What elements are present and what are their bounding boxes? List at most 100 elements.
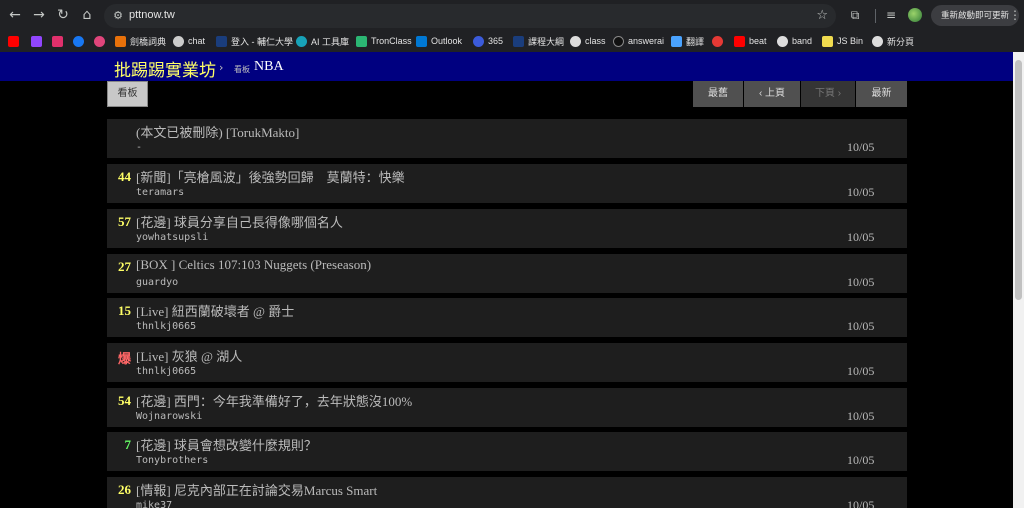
post-date: 10/05 <box>847 319 875 333</box>
newest-page-button[interactable]: 最新 <box>855 81 907 107</box>
reading-list-icon[interactable]: ≡ <box>884 8 898 22</box>
bookmark-item[interactable]: beat <box>734 34 767 48</box>
post-author: yowhatsupsli <box>136 232 209 243</box>
bookmark-item[interactable]: 新分頁 <box>872 34 914 48</box>
post-title[interactable]: [情報] 尼克內部正在討論交易Marcus Smart <box>136 480 377 499</box>
post-author: - <box>136 142 143 153</box>
post-title[interactable]: [花邊] 西門：今年我準備好了，去年狀態沒100% <box>136 391 412 410</box>
red-circle-icon <box>712 35 723 47</box>
url-text[interactable]: pttnow.tw <box>129 9 175 21</box>
puzzle-icon[interactable]: ⧉ <box>848 8 862 22</box>
bookmark-item[interactable]: chat <box>173 34 205 48</box>
bookmark-label: 新分頁 <box>887 36 915 47</box>
bookmark-item[interactable]: AI 工具庫 <box>296 34 349 48</box>
address-bar[interactable]: ⚙ pttnow.tw ☆ <box>104 4 836 28</box>
breadcrumb-board-label: 看板 <box>234 65 250 74</box>
post-date: 10/05 <box>847 453 875 467</box>
post-author: mike37 <box>136 500 173 508</box>
bookmark-item[interactable]: answerai <box>613 34 664 48</box>
scrollbar-thumb[interactable] <box>1015 60 1022 300</box>
post-title[interactable]: [花邊] 球員會想改變什麼規則？ <box>136 435 317 454</box>
list-item[interactable]: 15 [Live] 紐西蘭破壞者 @ 爵士 thnlkj0665 10/05 <box>107 298 907 337</box>
bookmark-label: 課程大綱 <box>528 36 565 47</box>
post-date: 10/05 <box>847 498 875 508</box>
list-item[interactable]: 57 [花邊] 球員分享自己長得像哪個名人 yowhatsupsli 10/05 <box>107 209 907 248</box>
bookmark-item[interactable]: 課程大綱 <box>513 34 564 48</box>
site-info-icon[interactable]: ⚙ <box>111 9 125 23</box>
bookmark-item[interactable]: JS Bin <box>822 34 863 48</box>
reload-icon[interactable]: ↻ <box>55 7 71 23</box>
bookmark-item[interactable] <box>94 34 105 48</box>
bookmark-label: 劍橋詞典 <box>130 36 167 47</box>
bookmark-label: band <box>792 36 813 46</box>
post-author: teramars <box>136 187 185 198</box>
menu-dots-icon[interactable]: ⋮ <box>1008 8 1022 22</box>
breadcrumb-board-name[interactable]: NBA <box>254 59 284 75</box>
bookmark-item[interactable]: 翻譯 <box>671 34 704 48</box>
list-item[interactable]: (本文已被刪除) [TorukMakto] - 10/05 <box>107 119 907 158</box>
globe-icon <box>872 35 883 47</box>
facebook-icon <box>73 35 84 47</box>
bookmark-item[interactable]: TronClass <box>356 34 412 48</box>
oldest-page-button[interactable]: 最舊 <box>692 81 743 107</box>
bookmark-label: 翻譯 <box>686 36 705 47</box>
bookmark-item[interactable] <box>712 34 723 48</box>
list-item[interactable]: 44 [新聞]「亮槍風波」後強勢回歸 莫蘭特：快樂 teramars 10/05 <box>107 164 907 203</box>
bookmark-item[interactable]: 365 <box>473 34 503 48</box>
bookmark-label: 365 <box>488 36 504 46</box>
post-title[interactable]: [Live] 灰狼 @ 湖人 <box>136 346 242 365</box>
bookmark-item[interactable] <box>73 34 84 48</box>
post-title[interactable]: [Live] 紐西蘭破壞者 @ 爵士 <box>136 301 294 320</box>
post-title[interactable]: [新聞]「亮槍風波」後強勢回歸 莫蘭特：快樂 <box>136 167 405 186</box>
update-button[interactable]: 重新啟動即可更新 <box>931 5 1019 26</box>
post-author: Wojnarowski <box>136 411 203 422</box>
dribbble-icon <box>94 35 105 47</box>
list-item[interactable]: 27 [BOX ] Celtics 107:103 Nuggets (Prese… <box>107 254 907 293</box>
answerai-icon <box>613 35 624 47</box>
bookmark-item[interactable]: class <box>570 34 606 48</box>
university-icon <box>216 35 227 47</box>
post-date: 10/05 <box>847 185 875 199</box>
bookmark-item[interactable]: 登入 - 輔仁大學 <box>216 34 293 48</box>
site-logo-link[interactable]: 批踢踢實業坊 <box>114 56 216 81</box>
forward-arrow-icon[interactable]: → <box>31 7 47 23</box>
list-item[interactable]: 54 [花邊] 西門：今年我準備好了，去年狀態沒100% Wojnarowski… <box>107 388 907 427</box>
push-count: 27 <box>118 259 131 274</box>
site-header: 批踢踢實業坊 › 看板 NBA <box>0 52 1013 81</box>
bookmark-item[interactable]: band <box>777 34 812 48</box>
post-title[interactable]: (本文已被刪除) [TorukMakto] <box>136 122 299 141</box>
post-author: guardyo <box>136 277 179 288</box>
bookmark-item[interactable] <box>31 34 42 48</box>
back-arrow-icon[interactable]: ← <box>7 7 23 23</box>
page-content: 批踢踢實業坊 › 看板 NBA 看板 最舊 ‹ 上頁 下頁 › 最新 (本文已被… <box>0 52 1013 508</box>
post-author: thnlkj0665 <box>136 321 197 332</box>
prev-page-button[interactable]: ‹ 上頁 <box>743 81 800 107</box>
ai-tools-icon <box>296 35 307 47</box>
bookmark-label: AI 工具庫 <box>311 36 350 47</box>
post-title[interactable]: [BOX ] Celtics 107:103 Nuggets (Preseaso… <box>136 257 371 273</box>
bookmark-item[interactable] <box>52 34 63 48</box>
star-icon[interactable]: ☆ <box>816 8 828 23</box>
board-button[interactable]: 看板 <box>107 81 148 107</box>
bookmark-item[interactable] <box>8 34 19 48</box>
post-date: 10/05 <box>847 409 875 423</box>
list-item[interactable]: 26 [情報] 尼克內部正在討論交易Marcus Smart mike37 10… <box>107 477 907 508</box>
toolbar-divider <box>875 9 876 23</box>
globe-icon <box>570 35 581 47</box>
page-scrollbar[interactable] <box>1013 52 1024 508</box>
bookmark-label: class <box>585 36 606 46</box>
bookmark-item[interactable]: 劍橋詞典 <box>115 34 166 48</box>
post-title[interactable]: [花邊] 球員分享自己長得像哪個名人 <box>136 212 343 231</box>
post-date: 10/05 <box>847 230 875 244</box>
avatar[interactable] <box>908 8 922 22</box>
bookmark-item[interactable]: Outlook <box>416 34 462 48</box>
push-count: 54 <box>118 393 131 408</box>
home-icon[interactable]: ⌂ <box>79 7 95 23</box>
push-count: 15 <box>118 303 131 318</box>
chatgpt-icon <box>173 35 184 47</box>
syllabus-icon <box>513 35 524 47</box>
list-item[interactable]: 爆 [Live] 灰狼 @ 湖人 thnlkj0665 10/05 <box>107 343 907 382</box>
bookmark-label: 登入 - 輔仁大學 <box>231 36 293 47</box>
list-item[interactable]: 7 [花邊] 球員會想改變什麼規則？ Tonybrothers 10/05 <box>107 432 907 471</box>
bookmark-label: beat <box>749 36 767 46</box>
